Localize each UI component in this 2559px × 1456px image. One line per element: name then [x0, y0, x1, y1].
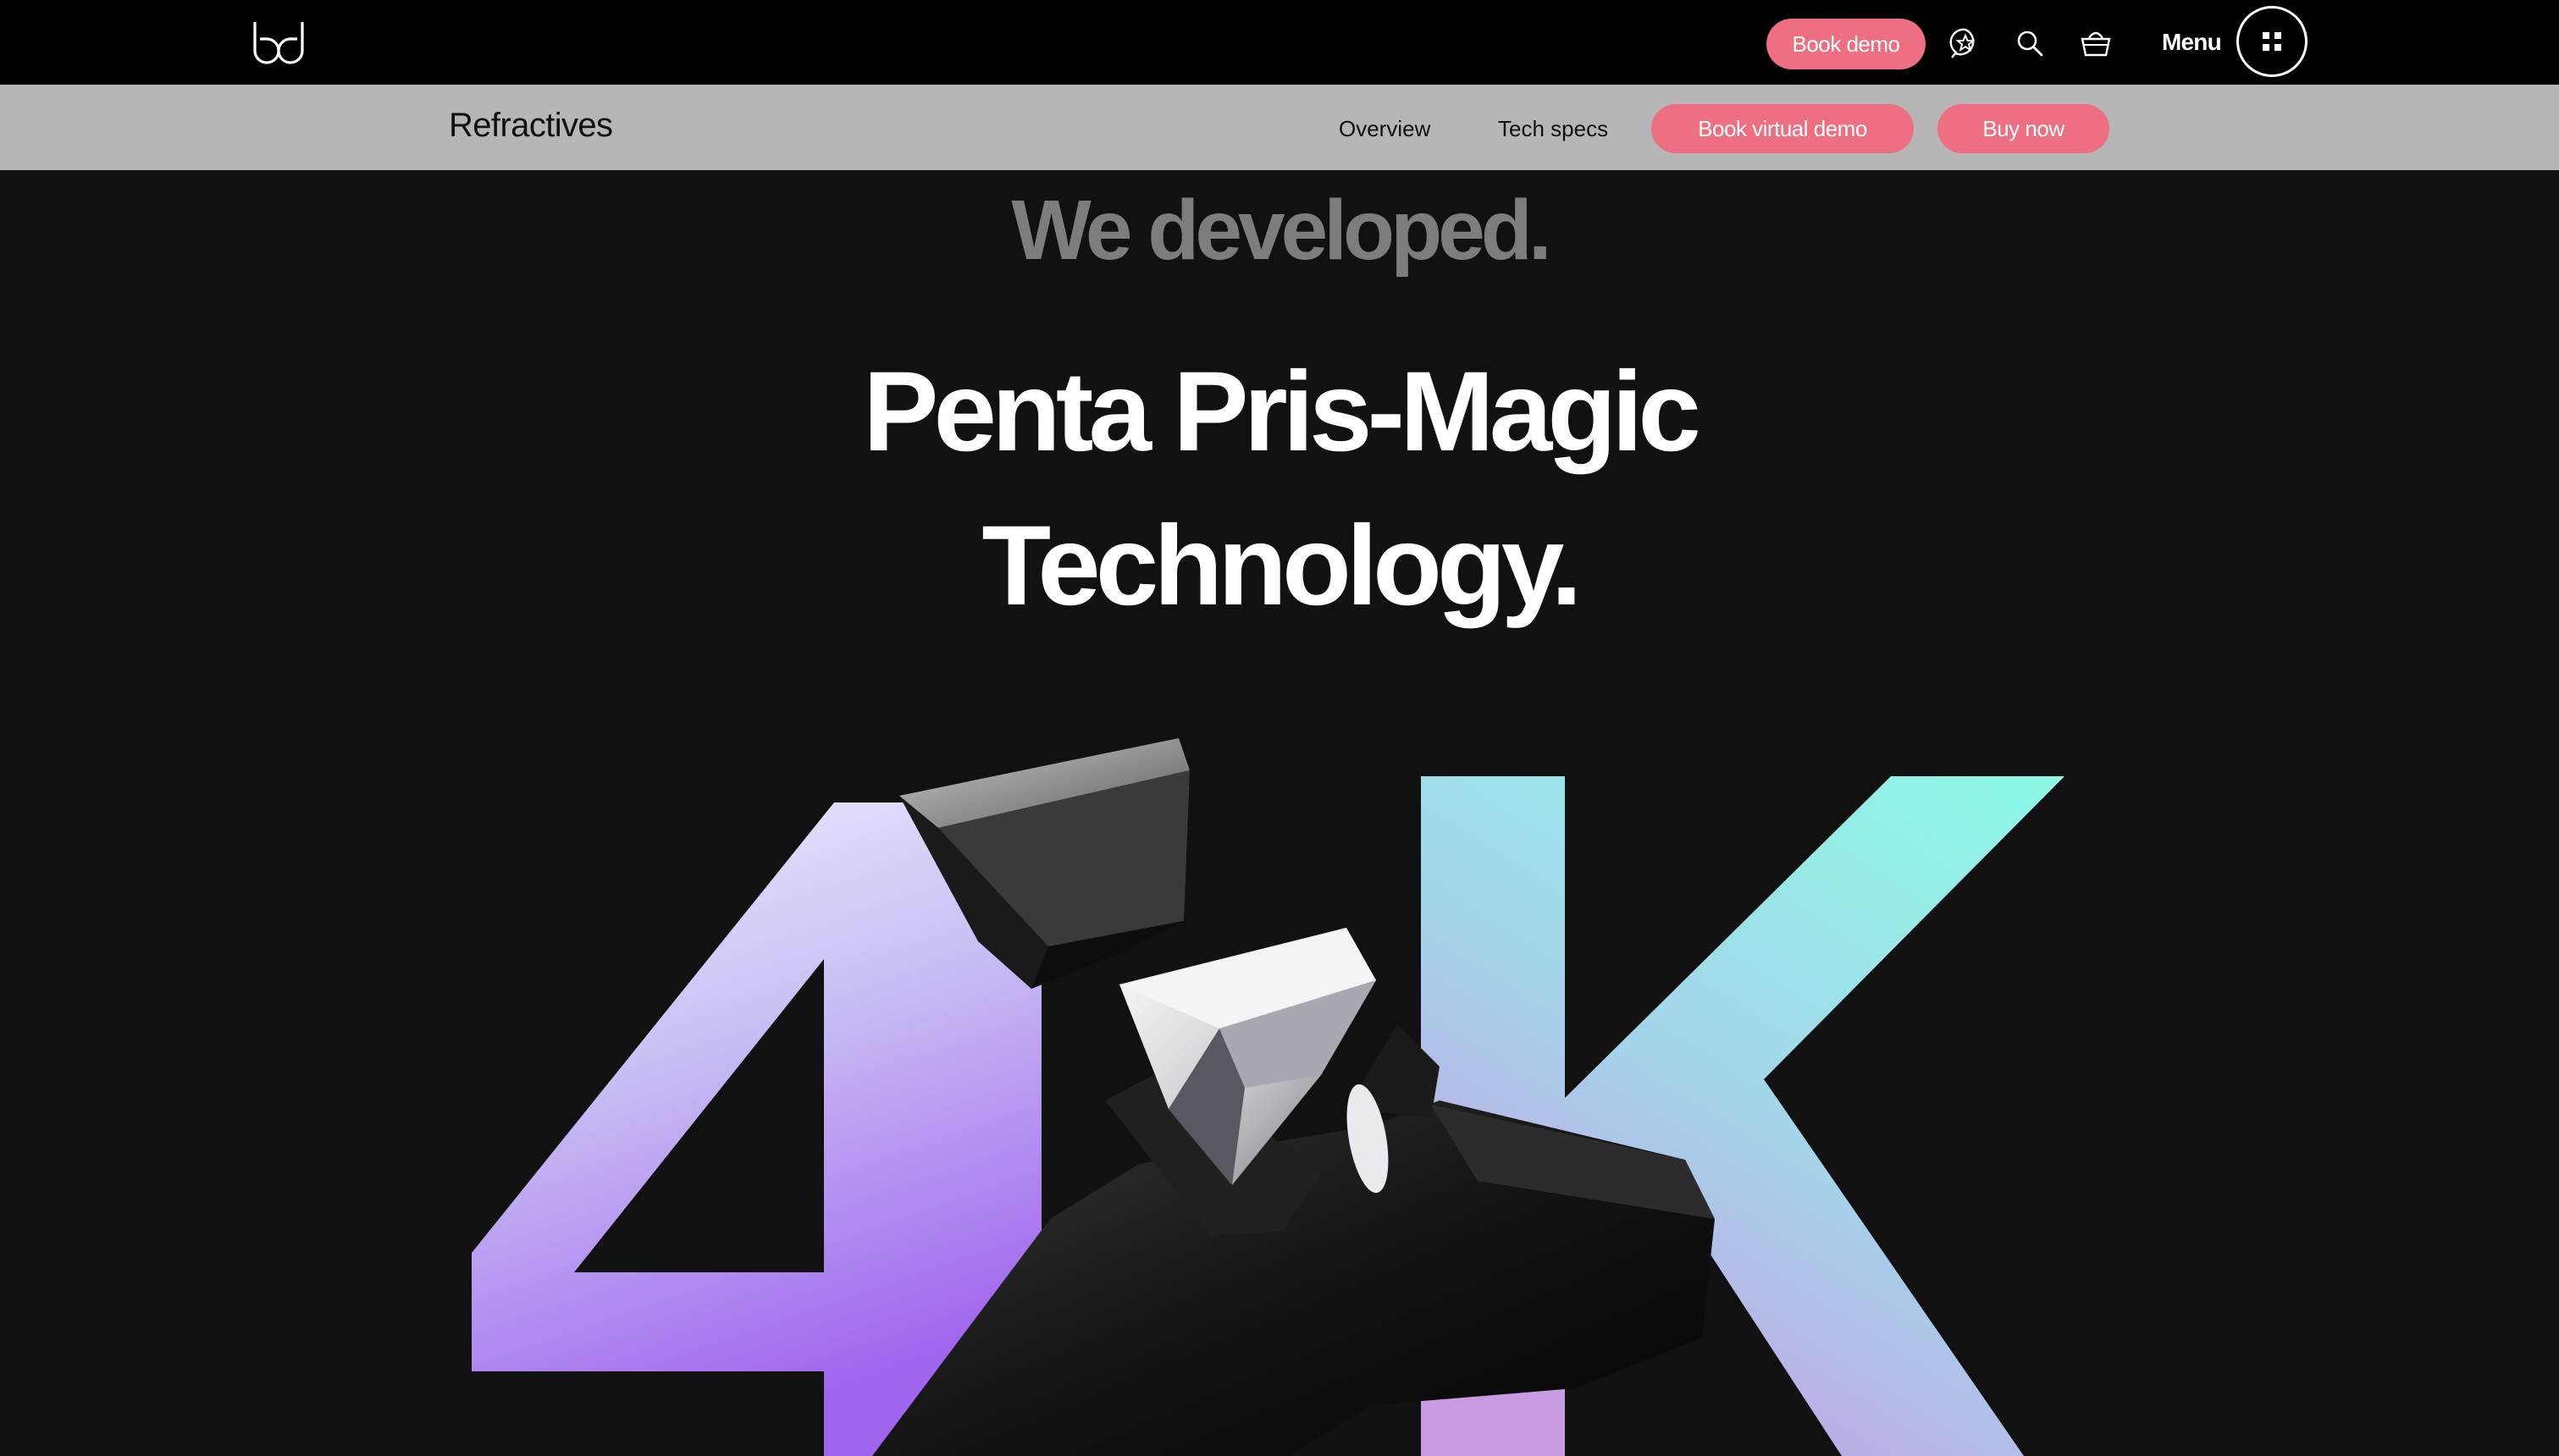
product-title: Refractives — [449, 107, 613, 144]
buy-now-button[interactable]: Buy now — [1937, 104, 2109, 153]
product-subnav — [0, 85, 2559, 170]
top-navigation-bar: Book demo Menu — [0, 0, 2559, 85]
hero-kicker: We developed. — [1011, 183, 1551, 278]
hero-title: Penta Pris-Magic Technology. — [0, 335, 2559, 643]
book-demo-button[interactable]: Book demo — [1766, 19, 1926, 69]
search-icon[interactable] — [2010, 24, 2049, 63]
book-virtual-demo-button[interactable]: Book virtual demo — [1651, 104, 1914, 153]
subnav-link-overview[interactable]: Overview — [1339, 116, 1430, 142]
grid-menu-button[interactable] — [2236, 6, 2308, 77]
subnav-link-tech-specs[interactable]: Tech specs — [1498, 116, 1608, 142]
hero-title-line-1: Penta Pris-Magic — [863, 349, 1701, 475]
bd-logo-icon[interactable] — [250, 19, 309, 66]
menu-label[interactable]: Menu — [2162, 29, 2222, 56]
reviews-star-icon[interactable] — [1946, 24, 1985, 63]
grid-menu-icon — [2263, 32, 2281, 51]
page: Book demo Menu Refractives Overview Tech… — [0, 0, 2559, 1456]
hero-title-line-2: Technology. — [981, 503, 1582, 629]
basket-icon[interactable] — [2076, 24, 2115, 63]
